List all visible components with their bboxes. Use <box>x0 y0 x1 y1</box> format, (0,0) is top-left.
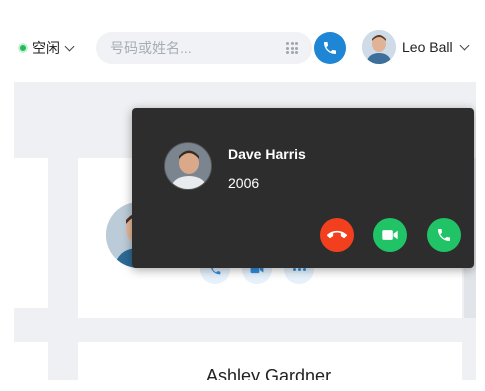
chevron-down-icon <box>459 40 470 50</box>
decline-call-button[interactable] <box>320 218 354 252</box>
phone-icon <box>438 229 450 241</box>
user-name: Leo Ball <box>402 39 453 55</box>
user-menu[interactable]: Leo Ball <box>362 30 470 64</box>
avatar <box>362 30 396 64</box>
presence-status-dropdown[interactable]: 空闲 <box>18 38 75 58</box>
call-button[interactable] <box>314 32 346 64</box>
caller-number: 2006 <box>228 175 260 191</box>
presence-status-label: 空闲 <box>32 40 60 56</box>
phone-icon <box>324 42 336 54</box>
search-input[interactable] <box>110 32 270 64</box>
caller-name: Dave Harris <box>228 146 306 162</box>
app-window: 空闲 Leo <box>14 10 476 380</box>
dialpad-icon[interactable] <box>286 42 298 54</box>
user-photo <box>362 30 396 64</box>
incoming-call-popup: Dave Harris 2006 <box>132 108 474 268</box>
caller-avatar <box>164 142 212 190</box>
top-bar: 空闲 Leo <box>14 10 476 82</box>
video-icon <box>382 230 398 240</box>
contact-card-partial <box>14 342 48 380</box>
chevron-down-icon <box>64 41 75 51</box>
presence-indicator <box>18 43 28 53</box>
contact-name: Ashley Gardner <box>206 366 332 380</box>
answer-call-button[interactable] <box>427 218 461 252</box>
contact-card-partial <box>14 158 48 308</box>
caller-photo <box>165 143 211 189</box>
answer-video-button[interactable] <box>373 218 407 252</box>
hangup-icon <box>327 230 347 239</box>
search-box <box>96 32 312 64</box>
